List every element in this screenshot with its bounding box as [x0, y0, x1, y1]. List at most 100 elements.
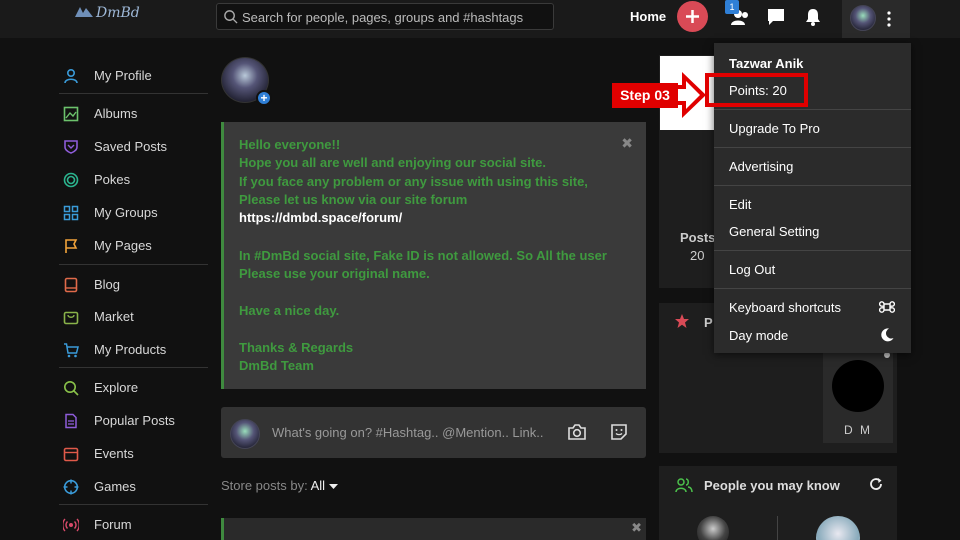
step-label: Step 03: [612, 83, 678, 108]
sidebar-item-games[interactable]: Games: [59, 475, 208, 499]
sidebar-item-label: Blog: [94, 277, 121, 292]
target-icon: [63, 172, 79, 188]
composer-placeholder: What's going on? #Hashtag.. @Mention.. L…: [272, 425, 544, 440]
story-avatar[interactable]: +: [221, 57, 272, 106]
search-placeholder: Search for people, pages, groups and #ha…: [242, 10, 524, 25]
book-icon: [64, 277, 78, 293]
logo-mark-icon: [75, 7, 93, 17]
bell-icon[interactable]: [803, 7, 823, 27]
advertising-item[interactable]: Advertising: [729, 159, 793, 174]
announcement-card: ✖ Hello everyone!! Hope you all are well…: [221, 122, 646, 389]
search-input[interactable]: Search for people, pages, groups and #ha…: [216, 3, 554, 30]
step-highlight-box: [705, 73, 808, 107]
edit-item[interactable]: Edit: [729, 197, 751, 212]
sidebar-item-label: My Pages: [94, 238, 152, 253]
refresh-icon[interactable]: [869, 477, 883, 491]
star-icon: [675, 314, 689, 328]
store-posts-filter[interactable]: Store posts by: All: [221, 478, 338, 493]
site-logo[interactable]: DmBd: [74, 5, 140, 21]
search-icon: [224, 10, 238, 24]
sidebar-item-label: Albums: [94, 106, 138, 121]
messages-icon[interactable]: [766, 7, 786, 27]
bag-icon: [63, 311, 79, 325]
divider: [714, 288, 911, 289]
sidebar-item-label: My Groups: [94, 205, 158, 220]
camera-icon[interactable]: [567, 423, 587, 441]
post-composer[interactable]: What's going on? #Hashtag.. @Mention.. L…: [221, 407, 646, 458]
plus-icon: [686, 10, 699, 23]
sidebar-item-label: Events: [94, 446, 134, 461]
calendar-icon: [63, 447, 79, 462]
profile-menu-button[interactable]: [842, 0, 910, 38]
divider: [59, 93, 208, 94]
user-name[interactable]: Tazwar Anik: [729, 56, 803, 71]
bookmark-icon: [64, 140, 78, 154]
sidebar-item-events[interactable]: Events: [59, 442, 208, 466]
day-mode-item[interactable]: Day mode: [729, 328, 788, 343]
divider: [714, 109, 911, 110]
divider: [714, 185, 911, 186]
posts-stat-value: 20: [690, 248, 705, 263]
divider: [714, 147, 911, 148]
announcement-line: Thanks & Regards: [239, 340, 354, 355]
card-title: P: [704, 315, 713, 330]
upgrade-to-pro-item[interactable]: Upgrade To Pro: [729, 121, 820, 136]
top-bar: DmBd Search for people, pages, groups an…: [0, 0, 960, 38]
sidebar-item-label: Market: [94, 309, 134, 324]
sidebar-item-label: My Products: [94, 342, 167, 357]
command-key-icon: [879, 301, 895, 313]
filter-label: Store posts by:: [221, 478, 308, 493]
sidebar-item-saved-posts[interactable]: Saved Posts: [59, 135, 208, 159]
forum-link[interactable]: https://dmbd.space/forum/: [239, 210, 402, 225]
sidebar-item-label: Forum: [94, 517, 132, 532]
divider: [59, 264, 208, 265]
avatar: [832, 360, 884, 412]
logo-text: DmBd: [96, 5, 140, 21]
sidebar-item-albums[interactable]: Albums: [59, 102, 208, 126]
avatar: [230, 419, 260, 449]
sidebar-item-label: Explore: [94, 380, 139, 395]
sidebar-item-explore[interactable]: Explore: [59, 376, 208, 400]
posts-stat-label: Posts: [680, 230, 716, 245]
home-link[interactable]: Home: [630, 9, 666, 24]
card-title: People you may know: [704, 478, 840, 493]
divider: [59, 367, 208, 368]
create-button[interactable]: [677, 1, 708, 32]
sidebar-item-pokes[interactable]: Pokes: [59, 168, 208, 192]
sidebar-item-my-profile[interactable]: My Profile: [59, 64, 208, 88]
sidebar-item-my-groups[interactable]: My Groups: [59, 201, 208, 225]
filter-value[interactable]: All: [311, 478, 325, 493]
sidebar-item-label: Popular Posts: [94, 413, 175, 428]
sidebar-item-label: My Profile: [94, 68, 152, 83]
sidebar-item-blog[interactable]: Blog: [59, 273, 208, 297]
sidebar-item-my-pages[interactable]: My Pages: [59, 234, 208, 258]
sidebar-item-my-products[interactable]: My Products: [59, 338, 208, 362]
sidebar-item-forum[interactable]: Forum: [59, 513, 208, 537]
sidebar-item-label: Pokes: [94, 172, 131, 187]
close-icon[interactable]: ✖: [621, 135, 633, 152]
sticker-icon[interactable]: [610, 423, 628, 441]
close-icon[interactable]: ✖: [631, 520, 642, 536]
sidebar-item-market[interactable]: Market: [59, 305, 208, 329]
grid-icon: [63, 205, 79, 221]
logout-item[interactable]: Log Out: [729, 262, 775, 277]
avatar: [850, 5, 876, 31]
search-icon: [64, 381, 79, 396]
divider: [714, 250, 911, 251]
announcement-line: DmBd Team: [239, 358, 314, 373]
divider: [59, 504, 208, 505]
announcement-line: Have a nice day.: [239, 303, 340, 318]
general-setting-item[interactable]: General Setting: [729, 224, 819, 239]
announcement-line: Hope you all are well and enjoying our s…: [239, 155, 547, 170]
pro-member-tile[interactable]: D M: [823, 351, 893, 443]
image-icon: [63, 106, 79, 122]
crosshair-icon: [63, 479, 79, 495]
add-story-icon[interactable]: +: [256, 90, 272, 106]
keyboard-shortcuts-item[interactable]: Keyboard shortcuts: [729, 300, 841, 315]
more-vertical-icon: [887, 11, 891, 27]
announcement-line: Hello everyone!!: [239, 137, 341, 152]
avatar[interactable]: [697, 516, 729, 540]
sidebar-item-popular-posts[interactable]: Popular Posts: [59, 409, 208, 433]
notification-badge: 1: [725, 0, 739, 14]
avatar[interactable]: [816, 516, 860, 540]
